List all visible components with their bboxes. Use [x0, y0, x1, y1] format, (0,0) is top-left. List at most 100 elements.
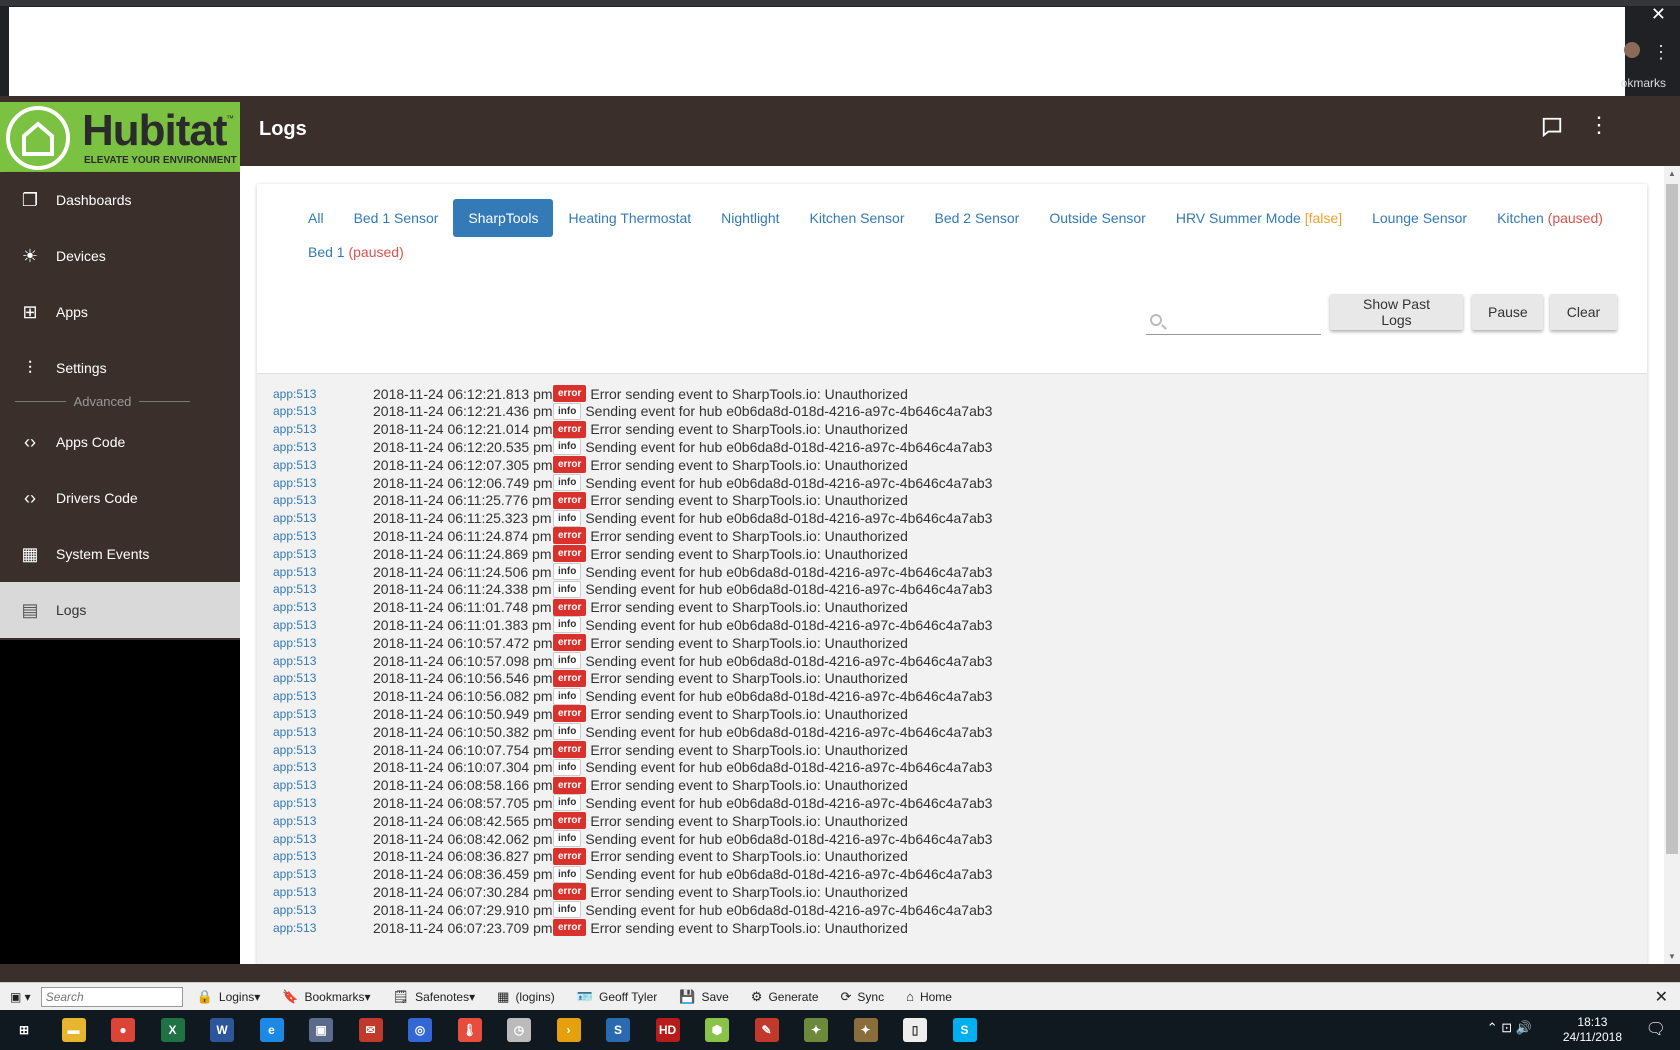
log-source-link[interactable]: app:513: [273, 493, 373, 507]
satellite-icon[interactable]: ✦: [804, 1018, 828, 1042]
clock-app-icon[interactable]: ◷: [507, 1018, 531, 1042]
lastpass-bookmarks-button[interactable]: 🔖 Bookmarks ▾: [282, 989, 370, 1005]
log-source-link[interactable]: app:513: [273, 547, 373, 561]
tab-heating-thermostat[interactable]: Heating Thermostat: [553, 199, 706, 237]
log-source-link[interactable]: app:513: [273, 458, 373, 472]
taskbar-clock[interactable]: 18:13 24/11/2018: [1563, 1015, 1622, 1045]
scroll-thumb[interactable]: [1666, 184, 1678, 854]
lastpass-close-icon[interactable]: ✕: [1655, 987, 1668, 1007]
log-source-link[interactable]: app:513: [273, 725, 373, 739]
lastpass-generate-button[interactable]: ⚙ Generate: [751, 989, 819, 1005]
lastpass-geoff-tyler-button[interactable]: 🪪 Geoff Tyler: [577, 989, 657, 1005]
sidebar-item-devices[interactable]: ☀ Devices: [0, 228, 240, 284]
log-source-link[interactable]: app:513: [273, 600, 373, 614]
log-source-link[interactable]: app:513: [273, 796, 373, 810]
sidebar-item-apps-code[interactable]: ‹› Apps Code: [0, 414, 240, 470]
chrome-icon[interactable]: ●: [111, 1018, 135, 1042]
sonia-icon[interactable]: S: [606, 1018, 630, 1042]
log-source-link[interactable]: app:513: [273, 422, 373, 436]
satellite2-icon[interactable]: ✦: [853, 1018, 878, 1042]
log-source-link[interactable]: app:513: [273, 511, 373, 525]
tab-nightlight[interactable]: Nightlight: [706, 199, 794, 237]
sidebar-item-apps[interactable]: ⊞ Apps: [0, 284, 240, 340]
windows-start-icon[interactable]: ⊞: [12, 1018, 36, 1042]
tab-bed-2-sensor[interactable]: Bed 2 Sensor: [919, 199, 1034, 237]
tab-lounge-sensor[interactable]: Lounge Sensor: [1357, 199, 1482, 237]
log-source-link[interactable]: app:513: [273, 903, 373, 917]
lastpass-home-button[interactable]: ⌂ Home: [906, 989, 952, 1005]
search-input[interactable]: [1170, 310, 1318, 332]
system-tray[interactable]: ⌃ ⊡ 🔊: [1487, 1020, 1532, 1036]
more-menu-icon[interactable]: ⋮: [1588, 114, 1610, 136]
lastpass-sync-button[interactable]: ⟳ Sync: [841, 989, 885, 1005]
edge-icon[interactable]: e: [259, 1018, 284, 1042]
log-source-link[interactable]: app:513: [273, 404, 373, 418]
log-source-link[interactable]: app:513: [273, 921, 373, 935]
excel-icon[interactable]: X: [160, 1018, 185, 1042]
pause-button[interactable]: Pause: [1472, 294, 1543, 330]
log-source-link[interactable]: app:513: [273, 885, 373, 899]
browser-menu-icon[interactable]: ⋮: [1652, 42, 1670, 63]
tab-all[interactable]: All: [293, 199, 339, 237]
log-source-link[interactable]: app:513: [273, 387, 373, 401]
log-source-link[interactable]: app:513: [273, 582, 373, 596]
sidebar-item-settings[interactable]: ⫶ Settings: [0, 340, 240, 396]
browser-globe-icon[interactable]: ◎: [408, 1018, 432, 1042]
log-source-link[interactable]: app:513: [273, 743, 373, 757]
notification-icon[interactable]: 🗨: [1646, 1019, 1666, 1039]
show-past-logs-button[interactable]: Show Past Logs: [1330, 294, 1463, 330]
window-close-icon[interactable]: ✕: [1651, 4, 1666, 25]
log-source-link[interactable]: app:513: [273, 867, 373, 881]
bookmarks-link[interactable]: okmarks: [1621, 76, 1666, 90]
log-source-link[interactable]: app:513: [273, 671, 373, 685]
network-app-icon[interactable]: ▣: [309, 1018, 333, 1042]
lastpass-save-button[interactable]: 💾 Save: [679, 989, 729, 1005]
tab-sharptools[interactable]: SharpTools: [453, 199, 554, 237]
mail-icon[interactable]: ✉: [358, 1018, 383, 1042]
skype-icon[interactable]: S: [952, 1018, 977, 1042]
hubitat-hex-icon[interactable]: ⬢: [705, 1018, 729, 1042]
tab-kitchen-sensor[interactable]: Kitchen Sensor: [795, 199, 920, 237]
plex-icon[interactable]: ›: [556, 1018, 581, 1042]
log-source-link[interactable]: app:513: [273, 565, 373, 579]
log-source-link[interactable]: app:513: [273, 849, 373, 863]
tab-outside-sensor[interactable]: Outside Sensor: [1034, 199, 1161, 237]
log-source-link[interactable]: app:513: [273, 707, 373, 721]
tab-kitchen[interactable]: Kitchen (paused): [1482, 199, 1618, 237]
lastpass-logins-button[interactable]: ▦ (logins): [497, 989, 555, 1005]
tab-bed-1-sensor[interactable]: Bed 1 Sensor: [339, 199, 454, 237]
file-explorer-icon[interactable]: ▬: [61, 1018, 86, 1042]
lastpass-safenotes-button[interactable]: 🗒 Safenotes ▾: [393, 989, 476, 1005]
thermometer-icon[interactable]: 🌡: [457, 1018, 482, 1042]
page-scrollbar[interactable]: ▲ ▼: [1664, 166, 1680, 964]
lastpass-logins-button[interactable]: 🔒 Logins ▾: [197, 989, 261, 1005]
log-source-link[interactable]: app:513: [273, 636, 373, 650]
sidebar-item-logs[interactable]: ▤ Logs: [0, 582, 240, 638]
log-source-link[interactable]: app:513: [273, 814, 373, 828]
chat-icon[interactable]: [1541, 116, 1563, 138]
log-source-link[interactable]: app:513: [273, 689, 373, 703]
tab-bed-1[interactable]: Bed 1 (paused): [293, 233, 419, 271]
log-source-link[interactable]: app:513: [273, 654, 373, 668]
log-source-link[interactable]: app:513: [273, 529, 373, 543]
log-source-link[interactable]: app:513: [273, 618, 373, 632]
scroll-up-icon[interactable]: ▲: [1668, 169, 1676, 178]
hubitat-logo[interactable]: Hubitat ™ ELEVATE YOUR ENVIRONMENT: [0, 102, 240, 172]
sidebar-item-drivers-code[interactable]: ‹› Drivers Code: [0, 470, 240, 526]
log-source-link[interactable]: app:513: [273, 440, 373, 454]
blank-doc-icon[interactable]: ▯: [903, 1018, 927, 1042]
tools-app-icon[interactable]: ✎: [754, 1018, 779, 1042]
log-source-link[interactable]: app:513: [273, 832, 373, 846]
log-source-link[interactable]: app:513: [273, 476, 373, 490]
log-source-link[interactable]: app:513: [273, 778, 373, 792]
profile-avatar[interactable]: [1624, 42, 1640, 58]
sidebar-item-system-events[interactable]: ▦ System Events: [0, 526, 240, 582]
word-icon[interactable]: W: [210, 1018, 234, 1042]
lastpass-search-input[interactable]: [40, 986, 183, 1007]
log-source-link[interactable]: app:513: [273, 760, 373, 774]
tab-hrv-summer-mode[interactable]: HRV Summer Mode [false]: [1161, 199, 1357, 237]
sidebar-item-dashboards[interactable]: ❐ Dashboards: [0, 172, 240, 228]
hd-app-icon[interactable]: HD: [655, 1018, 680, 1042]
lastpass-menu-icon[interactable]: ▣ ▾: [10, 990, 31, 1004]
clear-button[interactable]: Clear: [1550, 294, 1617, 330]
